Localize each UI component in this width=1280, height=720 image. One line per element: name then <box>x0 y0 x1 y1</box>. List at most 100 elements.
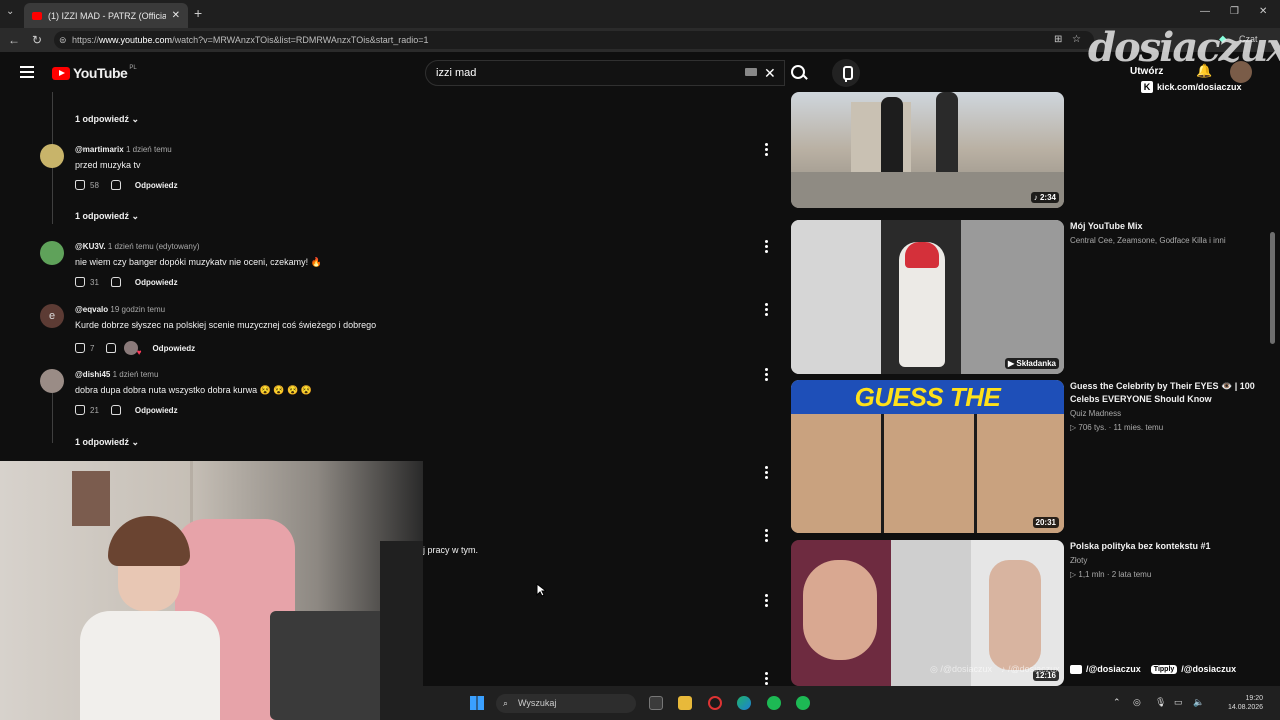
video-channel[interactable]: Quiz Madness <box>1070 409 1121 418</box>
comment-time[interactable]: 19 godzin temu <box>110 305 165 314</box>
comment-menu-icon[interactable] <box>765 240 768 255</box>
comment-actions: 21 Odpowiedz <box>75 405 178 415</box>
network-icon[interactable]: ◎ <box>1133 697 1141 708</box>
video-thumbnail[interactable]: ♪ 2:34 <box>791 92 1064 208</box>
comment-menu-icon[interactable] <box>765 143 768 158</box>
windows-start-icon[interactable] <box>470 696 484 710</box>
webcam-overlay <box>0 461 423 720</box>
show-replies-button[interactable]: 1 odpowiedź ⌄ <box>75 114 139 125</box>
commenter-avatar[interactable]: e <box>40 304 64 328</box>
voice-search-icon[interactable] <box>832 59 860 87</box>
display-tray-icon[interactable]: ▭ <box>1174 697 1183 708</box>
video-title[interactable]: Mój YouTube Mix <box>1070 220 1260 233</box>
comment-author[interactable]: @martimarix <box>75 145 124 154</box>
mouse-cursor-icon <box>536 583 546 597</box>
replies-count: 1 odpowiedź <box>75 437 129 447</box>
spotify-icon[interactable] <box>767 696 781 710</box>
comment-menu-icon[interactable] <box>765 672 768 687</box>
task-view-icon[interactable] <box>649 696 663 710</box>
comment-menu-icon[interactable] <box>765 303 768 318</box>
like-icon[interactable] <box>75 180 85 190</box>
page-scrollbar[interactable] <box>1270 232 1275 344</box>
guide-menu-icon[interactable] <box>20 66 34 78</box>
dislike-icon[interactable] <box>110 180 121 190</box>
video-channel[interactable]: Złoty <box>1070 556 1087 565</box>
person-figure <box>936 92 958 182</box>
minimize-icon[interactable]: — <box>1200 6 1210 17</box>
commenter-avatar[interactable] <box>40 241 64 265</box>
comment-menu-icon[interactable] <box>765 529 768 544</box>
commenter-avatar[interactable] <box>40 369 64 393</box>
comment-time[interactable]: 1 dzień temu <box>113 370 159 379</box>
comment-author[interactable]: @KU3V. <box>75 242 106 251</box>
reply-button[interactable]: Odpowiedz <box>152 344 195 353</box>
comment-author[interactable]: @dishi45 <box>75 370 110 379</box>
video-channel[interactable]: Central Cee, Zeamsone, Godface Killa i i… <box>1070 236 1226 245</box>
pavement-shape <box>791 172 1064 208</box>
tray-overflow-icon[interactable]: ⌃ <box>1113 697 1121 708</box>
back-icon[interactable]: ← <box>8 33 20 47</box>
commenter-avatar[interactable] <box>40 144 64 168</box>
tipply-badge: Tipply <box>1150 664 1178 674</box>
kick-icon: K <box>1141 81 1153 93</box>
taskbar-clock[interactable]: 19:20 14.08.2026 <box>1228 694 1263 712</box>
reply-button[interactable]: Odpowiedz <box>135 278 178 287</box>
video-title[interactable]: Guess the Celebrity by Their EYES 👁️ | 1… <box>1070 380 1260 406</box>
tiktok-handle: ♪ /@dosiaczux <box>1001 664 1060 674</box>
volume-icon[interactable]: 🔈 <box>1193 697 1204 708</box>
spotify-icon[interactable] <box>796 696 810 710</box>
youtube-handle: /@dosiaczux Tipply /@dosiaczux <box>1070 664 1236 674</box>
reload-icon[interactable]: ↻ <box>32 33 42 47</box>
keyboard-icon[interactable] <box>745 68 757 76</box>
show-replies-button[interactable]: 1 odpowiedź ⌄ <box>75 211 139 222</box>
dislike-icon[interactable] <box>110 405 121 415</box>
clock-time: 19:20 <box>1245 695 1264 702</box>
browser-tab-active[interactable]: (1) IZZI MAD - PATRZ (Official Vide ✕ <box>24 3 188 28</box>
comment-menu-icon[interactable] <box>765 466 768 481</box>
youtube-logo[interactable]: YouTube PL <box>52 65 137 81</box>
youtube-handle-text: /@dosiaczux <box>1086 664 1141 674</box>
url-field[interactable]: ⊜ https://www.youtube.com/watch?v=MRWAnz… <box>54 31 1094 49</box>
like-icon[interactable] <box>75 277 85 287</box>
microphone-tray-icon[interactable]: 🎙 <box>1155 697 1166 708</box>
comment-menu-icon[interactable] <box>765 368 768 383</box>
clear-search-icon[interactable]: ✕ <box>764 65 776 82</box>
edge-browser-icon[interactable] <box>737 696 751 710</box>
site-info-icon[interactable]: ⊜ <box>59 31 67 49</box>
heart-icon: ♥ <box>136 348 142 357</box>
file-explorer-icon[interactable] <box>678 696 692 710</box>
comment-time[interactable]: 1 dzień temu (edytowany) <box>108 242 200 251</box>
windows-taskbar: ⌕ Wyszukaj ⌃ ◎ 🎙 ▭ 🔈 19:20 14.08.2026 <box>423 686 1280 720</box>
dislike-icon[interactable] <box>110 277 121 287</box>
comment-time[interactable]: 1 dzień temu <box>126 145 172 154</box>
window-close-icon[interactable]: ✕ <box>1259 6 1267 17</box>
search-icon[interactable] <box>787 62 809 84</box>
app-available-icon[interactable]: ⊞ <box>1054 34 1062 45</box>
comment-meta: @martimarix 1 dzień temu <box>75 145 172 154</box>
reply-button[interactable]: Odpowiedz <box>135 181 178 190</box>
video-title[interactable]: Polska polityka bez kontekstu #1 <box>1070 540 1260 553</box>
tab-close-icon[interactable]: ✕ <box>172 10 180 21</box>
replies-count: 1 odpowiedź <box>75 211 129 221</box>
show-replies-button[interactable]: 1 odpowiedź ⌄ <box>75 437 139 448</box>
kick-link: K kick.com/dosiaczux <box>1141 81 1242 93</box>
taskbar-search-input[interactable]: ⌕ Wyszukaj <box>496 694 636 713</box>
new-tab-button[interactable]: + <box>194 5 202 21</box>
obs-icon[interactable] <box>708 696 722 710</box>
like-icon[interactable] <box>75 343 85 353</box>
reply-button[interactable]: Odpowiedz <box>135 406 178 415</box>
tab-list-chevron-icon[interactable]: ⌄ <box>6 6 14 17</box>
like-icon[interactable] <box>75 405 85 415</box>
video-thumbnail[interactable]: ▶ Składanka <box>791 220 1064 374</box>
taskbar-search-icon: ⌕ <box>503 698 509 708</box>
favorite-star-icon[interactable]: ☆ <box>1072 34 1081 45</box>
maximize-icon[interactable]: ❐ <box>1230 6 1239 17</box>
face-shape <box>803 560 877 660</box>
comment-menu-icon[interactable] <box>765 594 768 609</box>
url-path: /watch?v=MRWAnzxTOis&list=RDMRWAnzxTOis&… <box>172 35 429 45</box>
dislike-icon[interactable] <box>106 343 117 353</box>
video-thumbnail[interactable]: GUESS THE CELEBRITY 20:31 <box>791 380 1064 533</box>
playlist-badge: ▶ Składanka <box>1005 358 1059 369</box>
comment-author[interactable]: @eqvalo <box>75 305 108 314</box>
search-input[interactable]: izzi mad <box>425 60 785 86</box>
